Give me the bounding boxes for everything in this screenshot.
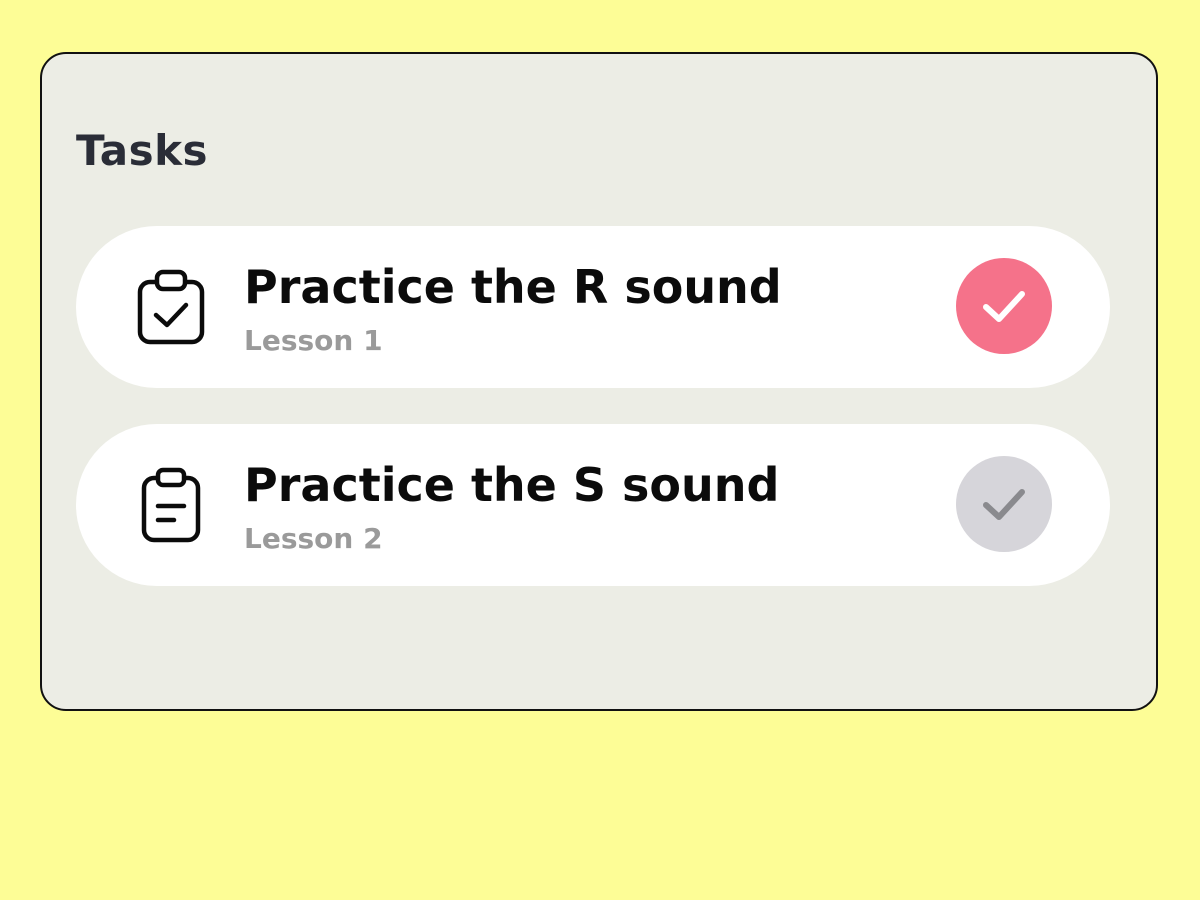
task-card-s-sound[interactable]: Practice the S sound Lesson 2 [76, 424, 1110, 586]
task-title: Practice the R sound [244, 260, 782, 314]
task-lesson: Lesson 2 [244, 522, 383, 555]
task-title: Practice the S sound [244, 458, 780, 512]
tasks-panel: Tasks Practice the R sound Lesson 1 Prac… [40, 52, 1158, 711]
clipboard-list-icon [136, 466, 206, 544]
complete-task-button[interactable] [956, 456, 1052, 552]
checkmark-icon [983, 291, 1025, 322]
task-lesson: Lesson 1 [244, 324, 383, 357]
task-card-r-sound[interactable]: Practice the R sound Lesson 1 [76, 226, 1110, 388]
checkmark-icon [983, 489, 1025, 520]
complete-task-button[interactable] [956, 258, 1052, 354]
clipboard-check-icon [136, 268, 206, 346]
panel-title: Tasks [76, 126, 209, 175]
